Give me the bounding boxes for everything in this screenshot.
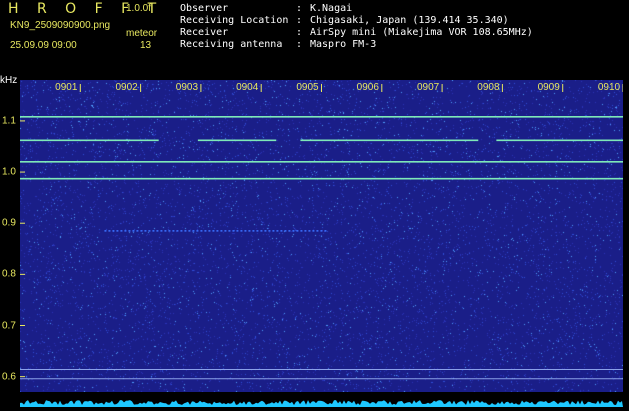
x-tick-label: 0907: [416, 82, 440, 93]
info-observer: Observer: K.Nagai: [180, 3, 353, 14]
info-antenna-label: Receiving antenna: [180, 39, 283, 50]
info-receiver: Receiver: AirSpy mini (Miakejima VOR 108.…: [180, 27, 533, 38]
x-tick-label: 0908: [477, 82, 500, 93]
x-tick-label: 0910: [597, 82, 621, 93]
y-tick-label: 0.6: [2, 371, 16, 383]
info-location: Receiving Location: Chigasaki, Japan (139…: [180, 15, 509, 26]
x-tick-label: 0902: [115, 82, 138, 93]
x-tick-label: 0901: [55, 82, 78, 93]
noise-floor-strip: [20, 392, 623, 407]
info-antenna: Receiving antenna: Maspro FM-3: [180, 39, 377, 50]
y-tick-label: 1.1: [2, 115, 16, 127]
x-tick-label: 0905: [296, 82, 319, 93]
info-receiver-label: Receiver: [180, 27, 229, 38]
info-observer-label: Observer: [180, 3, 229, 14]
noise-floor-graph: [20, 400, 623, 407]
x-tick-label: 0909: [537, 82, 560, 93]
y-tick-label: 0.8: [2, 268, 16, 280]
spectrogram-overlay: [20, 84, 623, 380]
info-location-label: Receiving Location: [180, 15, 289, 26]
y-tick-label: 0.7: [2, 320, 16, 331]
y-tick-labels: 1.1 1.0 0.9 0.8 0.7 0.6: [0, 80, 20, 392]
y-tick-label: 0.9: [2, 217, 16, 229]
filename-label: KN9_2509090900.png: [10, 20, 111, 31]
x-tick-label: 0903: [175, 82, 199, 93]
spectrogram-plot: 0901 0902 0903 0904 0905 0906 0907 0908 0909 0910: [20, 80, 623, 392]
datetime-label: 25.09.09 09:00: [10, 40, 77, 51]
info-observer-value: K.Nagai: [310, 3, 353, 14]
meteor-count: 13: [140, 40, 152, 51]
noise-floor-area: [20, 400, 623, 407]
x-tick-label: 0906: [356, 82, 379, 93]
info-location-value: Chigasaki, Japan (139.414 35.340): [310, 15, 509, 26]
version-label: 1.0.0f: [126, 3, 152, 14]
info-receiver-value: AirSpy mini (Miakejima VOR 108.65MHz): [310, 27, 533, 38]
x-tick-label: 0904: [236, 82, 259, 93]
meteor-label: meteor: [126, 28, 158, 39]
info-antenna-value: Maspro FM-3: [310, 39, 377, 50]
y-tick-label: 1.0: [2, 166, 16, 178]
